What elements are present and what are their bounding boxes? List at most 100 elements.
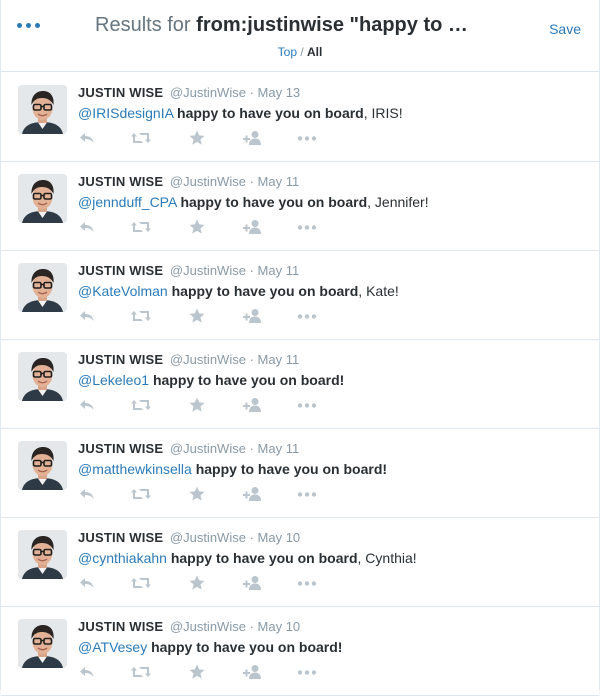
author-handle[interactable]: @JustinWise [170,263,246,278]
retweet-icon[interactable] [130,574,152,594]
highlighted-text: happy to have you on board [177,105,364,121]
follow-icon[interactable] [242,218,264,238]
follow-icon[interactable] [242,574,264,594]
tweet[interactable]: JUSTIN WISE @JustinWise · May 13 @IRISde… [1,73,599,162]
favorite-icon[interactable] [188,663,206,683]
tweet-timestamp[interactable]: May 13 [258,85,301,100]
author-handle[interactable]: @JustinWise [170,530,246,545]
filter-top-link[interactable]: Top [278,45,297,59]
follow-icon[interactable] [242,129,264,149]
tweet-header: JUSTIN WISE @JustinWise · May 11 [78,174,299,189]
favorite-icon[interactable] [188,307,206,327]
tweet-timestamp[interactable]: May 10 [258,530,301,545]
retweet-icon[interactable] [130,396,152,416]
reply-icon[interactable] [78,396,96,416]
more-actions-icon[interactable] [296,663,318,683]
filter-separator: / [297,45,308,59]
retweet-icon[interactable] [130,307,152,327]
author-handle[interactable]: @JustinWise [170,441,246,456]
tweet-actions [78,129,338,149]
avatar[interactable] [18,352,67,401]
follow-icon[interactable] [242,307,264,327]
text-tail: , IRIS! [363,105,403,121]
favorite-icon[interactable] [188,485,206,505]
mention-link[interactable]: @Lekeleo1 [78,372,149,388]
mention-link[interactable]: @KateVolman [78,283,168,299]
more-actions-icon[interactable] [296,574,318,594]
page-title: Results for from:justinwise "happy to … [95,14,515,37]
highlighted-text: happy to have you on board! [152,372,345,388]
more-actions-icon[interactable] [296,218,318,238]
tweet-timestamp[interactable]: May 11 [258,263,300,278]
author-handle[interactable]: @JustinWise [170,174,246,189]
reply-icon[interactable] [78,218,96,238]
mention-link[interactable]: @ATVesey [78,639,147,655]
highlighted-text: happy to have you on board [180,194,368,210]
author-handle[interactable]: @JustinWise [170,85,246,100]
follow-icon[interactable] [242,396,264,416]
favorite-icon[interactable] [188,574,206,594]
tweet-list: JUSTIN WISE @JustinWise · May 13 @IRISde… [1,73,599,696]
avatar[interactable] [18,619,67,668]
tweet-timestamp[interactable]: May 11 [258,352,300,367]
tweet-actions [78,485,338,505]
reply-icon[interactable] [78,307,96,327]
avatar[interactable] [18,441,67,490]
tweet[interactable]: JUSTIN WISE @JustinWise · May 10 @ATVese… [1,607,599,696]
favorite-icon[interactable] [188,129,206,149]
header-separator: · [249,263,254,278]
tweet-text: @matthewkinsella happy to have you on bo… [78,461,387,477]
retweet-icon[interactable] [130,663,152,683]
tweet[interactable]: JUSTIN WISE @JustinWise · May 11 @KateVo… [1,251,599,340]
author-handle[interactable]: @JustinWise [170,352,246,367]
tweet-timestamp[interactable]: May 10 [258,619,301,634]
avatar[interactable] [18,174,67,223]
author-name[interactable]: JUSTIN WISE [78,619,163,634]
more-actions-icon[interactable] [296,129,318,149]
tweet[interactable]: JUSTIN WISE @JustinWise · May 11 @Lekele… [1,340,599,429]
reply-icon[interactable] [78,129,96,149]
author-name[interactable]: JUSTIN WISE [78,85,163,100]
author-handle[interactable]: @JustinWise [170,619,246,634]
author-name[interactable]: JUSTIN WISE [78,263,163,278]
more-actions-icon[interactable] [296,396,318,416]
text-tail: , Cynthia! [357,550,417,566]
tweet-actions [78,396,338,416]
author-name[interactable]: JUSTIN WISE [78,441,163,456]
tweet[interactable]: JUSTIN WISE @JustinWise · May 10 @cynthi… [1,518,599,607]
favorite-icon[interactable] [188,396,206,416]
tweet-timestamp[interactable]: May 11 [258,174,300,189]
header-separator: · [249,352,254,367]
filter-all-link[interactable]: All [307,45,322,59]
retweet-icon[interactable] [130,129,152,149]
retweet-icon[interactable] [130,218,152,238]
avatar[interactable] [18,85,67,134]
avatar-image [18,174,67,223]
more-actions-icon[interactable] [296,485,318,505]
reply-icon[interactable] [78,663,96,683]
author-name[interactable]: JUSTIN WISE [78,174,163,189]
avatar[interactable] [18,263,67,312]
tweet-timestamp[interactable]: May 11 [258,441,300,456]
more-icon[interactable] [17,16,43,36]
mention-link[interactable]: @jennduff_CPA [78,194,177,210]
reply-icon[interactable] [78,485,96,505]
more-actions-icon[interactable] [296,307,318,327]
result-filter: Top / All [1,45,599,59]
reply-icon[interactable] [78,574,96,594]
follow-icon[interactable] [242,485,264,505]
avatar-image [18,530,67,579]
author-name[interactable]: JUSTIN WISE [78,352,163,367]
tweet[interactable]: JUSTIN WISE @JustinWise · May 11 @jenndu… [1,162,599,251]
save-search-button[interactable]: Save [549,21,581,37]
tweet-header: JUSTIN WISE @JustinWise · May 11 [78,263,299,278]
author-name[interactable]: JUSTIN WISE [78,530,163,545]
retweet-icon[interactable] [130,485,152,505]
follow-icon[interactable] [242,663,264,683]
favorite-icon[interactable] [188,218,206,238]
mention-link[interactable]: @cynthiakahn [78,550,167,566]
avatar[interactable] [18,530,67,579]
mention-link[interactable]: @matthewkinsella [78,461,192,477]
tweet[interactable]: JUSTIN WISE @JustinWise · May 11 @matthe… [1,429,599,518]
mention-link[interactable]: @IRISdesignIA [78,105,173,121]
